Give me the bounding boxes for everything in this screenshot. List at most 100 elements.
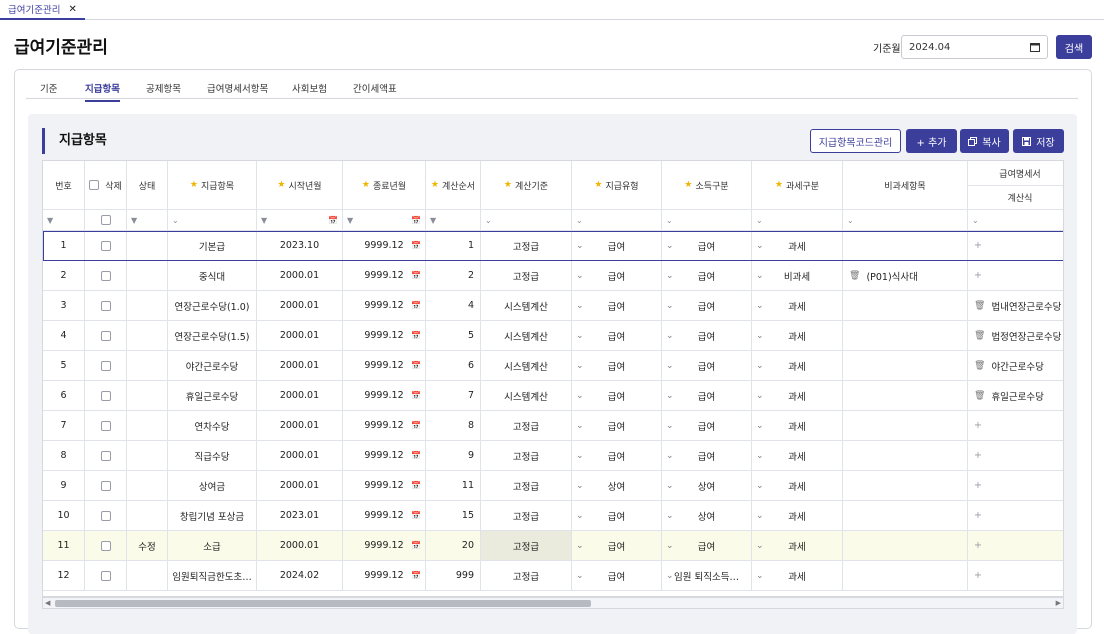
row-pay-type[interactable]: ⌄ 급여 xyxy=(572,501,662,531)
chevron-down-icon[interactable]: ⌄ xyxy=(576,511,584,521)
chevron-down-icon[interactable]: ⌄ xyxy=(756,421,764,431)
filter-1[interactable] xyxy=(85,210,127,231)
tab-4[interactable]: 급여명세서항목 xyxy=(207,81,268,95)
chevron-down-icon[interactable]: ⌄ xyxy=(576,241,584,251)
chevron-down-icon[interactable]: ⌄ xyxy=(666,571,674,581)
col-header-status[interactable]: 상태 xyxy=(127,161,168,210)
plus-icon[interactable]: + xyxy=(974,450,982,461)
row-delete-checkbox[interactable] xyxy=(100,510,111,521)
calendar-icon[interactable]: 📅 xyxy=(411,421,421,430)
calendar-icon[interactable]: 📅 xyxy=(411,301,421,310)
row-end-month[interactable]: 9999.12 📅 xyxy=(343,441,426,471)
chevron-down-icon[interactable]: ⌄ xyxy=(666,421,674,431)
row-calc-basis[interactable]: 시스템계산 xyxy=(481,321,572,351)
filter-12[interactable]: ⌄ xyxy=(968,210,1063,231)
row-calc-basis[interactable]: 고정급 xyxy=(481,411,572,441)
plus-icon[interactable]: + xyxy=(974,240,982,251)
row-formula[interactable]: + xyxy=(968,261,1063,291)
row-delete-checkbox[interactable] xyxy=(100,270,111,281)
row-calc-basis[interactable]: 시스템계산 xyxy=(481,381,572,411)
row-nontax-item[interactable] xyxy=(843,321,968,351)
row-pay-type[interactable]: ⌄ 급여 xyxy=(572,381,662,411)
row-delete-cell[interactable] xyxy=(85,261,127,291)
row-delete-cell[interactable] xyxy=(85,351,127,381)
row-tax-type[interactable]: ⌄ 과세 xyxy=(752,441,843,471)
chevron-down-icon[interactable]: ⌄ xyxy=(666,361,674,371)
chevron-down-icon[interactable]: ⌄ xyxy=(756,361,764,371)
row-delete-cell[interactable] xyxy=(85,321,127,351)
row-nontax-item[interactable] xyxy=(843,231,968,261)
row-calc-basis[interactable]: 고정급 xyxy=(481,501,572,531)
code-management-button[interactable]: 지급항목코드관리 xyxy=(810,129,901,153)
row-end-month[interactable]: 9999.12 📅 xyxy=(343,381,426,411)
chevron-down-icon[interactable]: ⌄ xyxy=(576,271,584,281)
row-item-name[interactable]: 연장근로수당(1.5) xyxy=(168,321,257,351)
row-calc-order[interactable]: 2 xyxy=(426,261,481,291)
chevron-down-icon[interactable]: ⌄ xyxy=(576,301,584,311)
row-end-month[interactable]: 9999.12 📅 xyxy=(343,291,426,321)
row-end-month[interactable]: 9999.12 📅 xyxy=(343,231,426,261)
row-tax-type[interactable]: ⌄ 비과세 xyxy=(752,261,843,291)
row-delete-cell[interactable] xyxy=(85,441,127,471)
row-delete-cell[interactable] xyxy=(85,231,127,261)
row-end-month[interactable]: 9999.12 📅 xyxy=(343,501,426,531)
tab-5[interactable]: 사회보험 xyxy=(292,81,327,95)
row-tax-type[interactable]: ⌄ 과세 xyxy=(752,321,843,351)
row-income-type[interactable]: ⌄ 급여 xyxy=(662,321,752,351)
col-header-formula[interactable]: 계산식 xyxy=(968,186,1063,210)
calendar-icon[interactable]: 📅 xyxy=(411,361,421,370)
row-formula[interactable]: 🗑 법정연장근로수당 xyxy=(968,321,1063,351)
row-tax-type[interactable]: ⌄ 과세 xyxy=(752,381,843,411)
row-pay-type[interactable]: ⌄ 급여 xyxy=(572,321,662,351)
row-delete-checkbox[interactable] xyxy=(100,450,111,461)
row-formula[interactable]: + xyxy=(968,441,1063,471)
tab-3[interactable]: 공제항목 xyxy=(146,81,181,95)
row-tax-type[interactable]: ⌄ 과세 xyxy=(752,291,843,321)
row-pay-type[interactable]: ⌄ 급여 xyxy=(572,261,662,291)
plus-icon[interactable]: + xyxy=(974,420,982,431)
row-item-name[interactable]: 소급 xyxy=(168,531,257,561)
tab-6[interactable]: 간이세액표 xyxy=(353,81,397,95)
row-income-type[interactable]: ⌄ 급여 xyxy=(662,411,752,441)
row-nontax-item[interactable] xyxy=(843,501,968,531)
chevron-down-icon[interactable]: ⌄ xyxy=(756,571,764,581)
row-end-month[interactable]: 9999.12 📅 xyxy=(343,471,426,501)
row-item-name[interactable]: 창립기념 포상금 xyxy=(168,501,257,531)
row-formula[interactable]: + xyxy=(968,411,1063,441)
row-calc-order[interactable]: 20 xyxy=(426,531,481,561)
row-delete-cell[interactable] xyxy=(85,411,127,441)
row-start-month[interactable]: 2000.01 xyxy=(257,321,343,351)
chevron-down-icon[interactable]: ⌄ xyxy=(576,571,584,581)
row-tax-type[interactable]: ⌄ 과세 xyxy=(752,501,843,531)
col-header-start[interactable]: ★ 시작년월 xyxy=(257,161,343,210)
plus-icon[interactable]: + xyxy=(974,570,982,581)
col-header-item[interactable]: ★ 지급항목 xyxy=(168,161,257,210)
row-delete-checkbox[interactable] xyxy=(100,420,111,431)
row-tax-type[interactable]: ⌄ 과세 xyxy=(752,471,843,501)
row-delete-checkbox[interactable] xyxy=(100,240,111,251)
row-formula[interactable]: 🗑 휴일근로수당 xyxy=(968,381,1063,411)
row-pay-type[interactable]: ⌄ 급여 xyxy=(572,441,662,471)
row-start-month[interactable]: 2023.01 xyxy=(257,501,343,531)
calendar-icon[interactable]: 📅 xyxy=(411,216,421,225)
tab-1[interactable]: 기준 xyxy=(40,81,57,95)
chevron-down-icon[interactable]: ⌄ xyxy=(666,481,674,491)
col-header-no[interactable]: 번호 xyxy=(43,161,85,210)
filter-2[interactable]: ▼ xyxy=(127,210,168,231)
filter-0[interactable]: ▼ xyxy=(43,210,85,231)
chevron-down-icon[interactable]: ⌄ xyxy=(666,331,674,341)
row-item-name[interactable]: 직급수당 xyxy=(168,441,257,471)
row-end-month[interactable]: 9999.12 📅 xyxy=(343,321,426,351)
row-nontax-item[interactable] xyxy=(843,531,968,561)
row-nontax-item[interactable]: 🗑 (P01)식사대 xyxy=(843,261,968,291)
row-delete-checkbox[interactable] xyxy=(100,540,111,551)
copy-button[interactable]: 복사 xyxy=(960,129,1009,153)
row-nontax-item[interactable] xyxy=(843,411,968,441)
row-tax-type[interactable]: ⌄ 과세 xyxy=(752,231,843,261)
col-header-order[interactable]: ★ 계산순서 xyxy=(426,161,481,210)
row-start-month[interactable]: 2000.01 xyxy=(257,351,343,381)
row-income-type[interactable]: ⌄ 급여 xyxy=(662,231,752,261)
row-item-name[interactable]: 연장근로수당(1.0) xyxy=(168,291,257,321)
chevron-down-icon[interactable]: ⌄ xyxy=(756,331,764,341)
calendar-icon[interactable]: 📅 xyxy=(411,541,421,550)
